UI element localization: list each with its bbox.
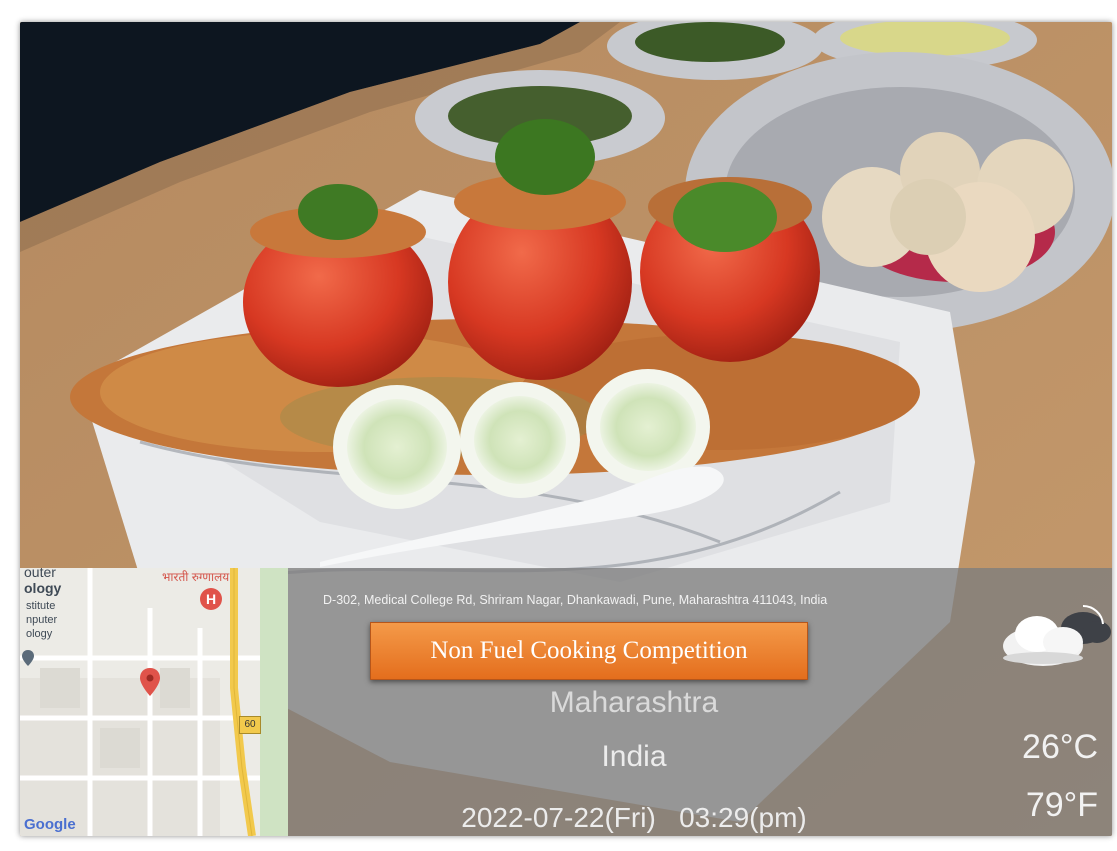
- datetime-text: 2022-07-22(Fri) 03:29(pm): [461, 802, 807, 833]
- hospital-icon[interactable]: H: [200, 588, 222, 610]
- map-poi-icon: [22, 650, 34, 666]
- road-shield: 60: [239, 716, 261, 734]
- map-label-4: nputer: [26, 614, 58, 626]
- map-label-3: stitute: [26, 600, 56, 612]
- weather-cloud-icon: [1003, 604, 1111, 666]
- map-label-5: ology: [26, 628, 53, 640]
- map-pin-icon[interactable]: [140, 668, 160, 696]
- address-text: D-302, Medical College Rd, Shriram Nagar…: [323, 593, 828, 607]
- google-logo: Google: [24, 816, 76, 833]
- map-graphic: [20, 568, 288, 836]
- hospital-icon-letter: H: [205, 591, 217, 607]
- geotag-overlay: outer ology stitute nputer ology भारती र…: [20, 568, 1112, 836]
- map-landmark-label: भारती रुग्णालय: [162, 570, 230, 584]
- map-label-2: ology: [24, 580, 62, 596]
- country-text: India: [601, 740, 667, 773]
- event-title-banner: Non Fuel Cooking Competition: [370, 622, 808, 680]
- map-label-1: outer: [24, 568, 56, 580]
- road-number: 60: [244, 719, 256, 730]
- photo-frame: outer ology stitute nputer ology भारती र…: [20, 22, 1112, 836]
- state-text: Maharashtra: [549, 686, 719, 719]
- temperature-celsius: 26°C: [1022, 728, 1098, 766]
- temperature-fahrenheit: 79°F: [1025, 786, 1098, 824]
- location-info: D-302, Medical College Rd, Shriram Nagar…: [288, 568, 1112, 836]
- location-map[interactable]: outer ology stitute nputer ology भारती र…: [20, 568, 288, 836]
